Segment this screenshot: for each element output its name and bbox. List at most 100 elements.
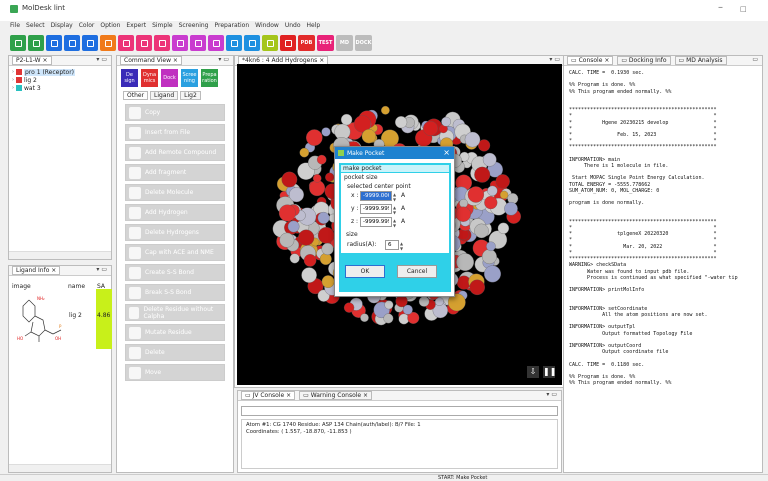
cancel-button[interactable]: Cancel	[397, 265, 437, 278]
toolbar-pdb-button[interactable]: PDB	[298, 35, 315, 51]
menu-display[interactable]: Display	[51, 22, 73, 33]
hide-icon[interactable]	[172, 35, 188, 51]
command-label: Delete Molecule	[145, 189, 194, 196]
menu-undo[interactable]: Undo	[285, 22, 301, 33]
panel-controls[interactable]: ▾ ▭	[549, 56, 560, 63]
command-add-fragment-button[interactable]: Add fragment	[125, 164, 225, 181]
category-dock-button[interactable]: Dock	[161, 69, 178, 87]
tab-label: Console	[578, 57, 603, 64]
category-design-button[interactable]: De sign	[121, 69, 138, 87]
tab-ligand-info[interactable]: Ligand Info ×	[12, 266, 61, 275]
radius-spinner[interactable]: ▲ ▼	[400, 241, 406, 251]
atom-sphere	[301, 267, 317, 283]
exit-icon[interactable]	[28, 35, 44, 51]
category-dynamics-button[interactable]: Dyna mics	[141, 69, 158, 87]
enter-icon[interactable]	[10, 35, 26, 51]
menu-option[interactable]: Option	[100, 22, 120, 33]
pencil-icon[interactable]	[154, 35, 170, 51]
tab-lig2[interactable]: Lig2	[180, 91, 201, 100]
tab-warning-console[interactable]: ▭ Warning Console ×	[299, 391, 373, 400]
command-move-button[interactable]: Move	[125, 364, 225, 381]
pocket-size-label: pocket size	[344, 174, 378, 181]
label-icon[interactable]	[190, 35, 206, 51]
pause-icon[interactable]: ❚❚	[543, 366, 556, 378]
menu-help[interactable]: Help	[307, 22, 321, 33]
target-icon[interactable]	[82, 35, 98, 51]
atom-sphere	[287, 220, 300, 233]
command-insert-from-file-button[interactable]: Insert from File	[125, 124, 225, 141]
panel-controls[interactable]: ▭	[752, 56, 758, 63]
download-icon[interactable]: ⇩	[527, 366, 539, 378]
command-mutate-residue-button[interactable]: Mutate Residue	[125, 324, 225, 341]
warning-icon[interactable]	[100, 35, 116, 51]
tab-ligand[interactable]: Ligand	[150, 91, 179, 100]
back-icon[interactable]	[46, 35, 62, 51]
command-delete-button[interactable]: Delete	[125, 344, 225, 361]
refresh-icon[interactable]	[136, 35, 152, 51]
atom-sphere	[484, 196, 498, 210]
tab-md-analysis[interactable]: ▭ MD Analysis	[674, 56, 727, 65]
menu-file[interactable]: File	[10, 22, 20, 33]
menu-expert[interactable]: Expert	[126, 22, 146, 33]
z-spinner[interactable]: ▲ ▼	[393, 218, 399, 228]
expand-arrow-icon[interactable]: ›	[12, 85, 14, 91]
tab-command-view[interactable]: Command View ×	[120, 56, 182, 65]
command-add-hydrogen-button[interactable]: Add Hydrogen	[125, 204, 225, 221]
menu-simple[interactable]: Simple	[152, 22, 173, 33]
command-tabs: Other Ligand Lig2	[117, 87, 233, 100]
menu-color[interactable]: Color	[79, 22, 95, 33]
toolbar-dock-button[interactable]: DOCK	[355, 35, 372, 51]
toolbar-test-button[interactable]: TEST	[317, 35, 334, 51]
tab-console[interactable]: ▭ Console ×	[567, 56, 614, 65]
panel-controls[interactable]: ▾ ▭	[96, 56, 107, 63]
x-spinner[interactable]: ▲ ▼	[393, 192, 399, 202]
select-icon[interactable]	[64, 35, 80, 51]
command-delete-hydrogens-button[interactable]: Delete Hydrogens	[125, 224, 225, 241]
tab-docking-info[interactable]: ▭ Docking Info	[617, 56, 671, 65]
jv-command-input[interactable]	[241, 406, 558, 416]
command-delete-residue-without-calpha-button[interactable]: Delete Residue without Calpha	[125, 304, 225, 321]
panel-controls[interactable]: ▾ ▭	[218, 56, 229, 63]
maximize-icon[interactable]: □	[740, 5, 747, 13]
color-swatch	[16, 85, 22, 91]
y-field[interactable]	[360, 204, 392, 214]
command-break-s-s-bond-button[interactable]: Break S-S Bond	[125, 284, 225, 301]
category-preparation-button[interactable]: Prepa ration	[201, 69, 218, 87]
command-create-s-s-bond-button[interactable]: Create S-S Bond	[125, 264, 225, 281]
tree-item[interactable]: › pro 1 (Receptor)	[9, 68, 111, 76]
command-add-remote-compound-button[interactable]: Add Remote Compound	[125, 144, 225, 161]
scissors-icon[interactable]	[118, 35, 134, 51]
menu-preparation[interactable]: Preparation	[214, 22, 249, 33]
command-delete-molecule-button[interactable]: Delete Molecule	[125, 184, 225, 201]
tab-other[interactable]: Other	[123, 91, 149, 100]
menu-select[interactable]: Select	[26, 22, 45, 33]
tree-item[interactable]: › lig 2	[9, 76, 111, 84]
close-icon[interactable]: ×	[443, 148, 450, 157]
stop-icon[interactable]	[280, 35, 296, 51]
command-copy-button[interactable]: Copy	[125, 104, 225, 121]
panel-controls[interactable]: ▾ ▭	[546, 391, 557, 398]
display-icon[interactable]	[244, 35, 260, 51]
ok-button[interactable]: OK	[345, 265, 385, 278]
minimize-icon[interactable]: –	[718, 2, 723, 13]
tree-item[interactable]: › wat 3	[9, 84, 111, 92]
tab-jv-console[interactable]: ▭ JV Console ×	[241, 391, 296, 400]
x-field[interactable]	[360, 191, 392, 201]
highlight-icon[interactable]	[262, 35, 278, 51]
expand-arrow-icon[interactable]: ›	[12, 77, 14, 83]
horizontal-scrollbar[interactable]	[9, 464, 111, 472]
horizontal-scrollbar[interactable]	[9, 251, 111, 259]
z-field[interactable]	[360, 217, 392, 227]
category-screening-button[interactable]: Scree ning	[181, 69, 198, 87]
menu-screening[interactable]: Screening	[179, 22, 209, 33]
toolbar-md-button[interactable]: MD	[336, 35, 353, 51]
layers-icon[interactable]	[226, 35, 242, 51]
expand-arrow-icon[interactable]: ›	[12, 69, 14, 75]
radius-field[interactable]	[385, 240, 399, 250]
command-cap-with-ace-and-nme-button[interactable]: Cap with ACE and NME	[125, 244, 225, 261]
tab-molecule-tree[interactable]: P2-L1-W ×	[12, 56, 52, 65]
menu-window[interactable]: Window	[255, 22, 279, 33]
y-spinner[interactable]: ▲ ▼	[393, 205, 399, 215]
eye-icon[interactable]	[208, 35, 224, 51]
panel-controls[interactable]: ▾ ▭	[96, 266, 107, 273]
